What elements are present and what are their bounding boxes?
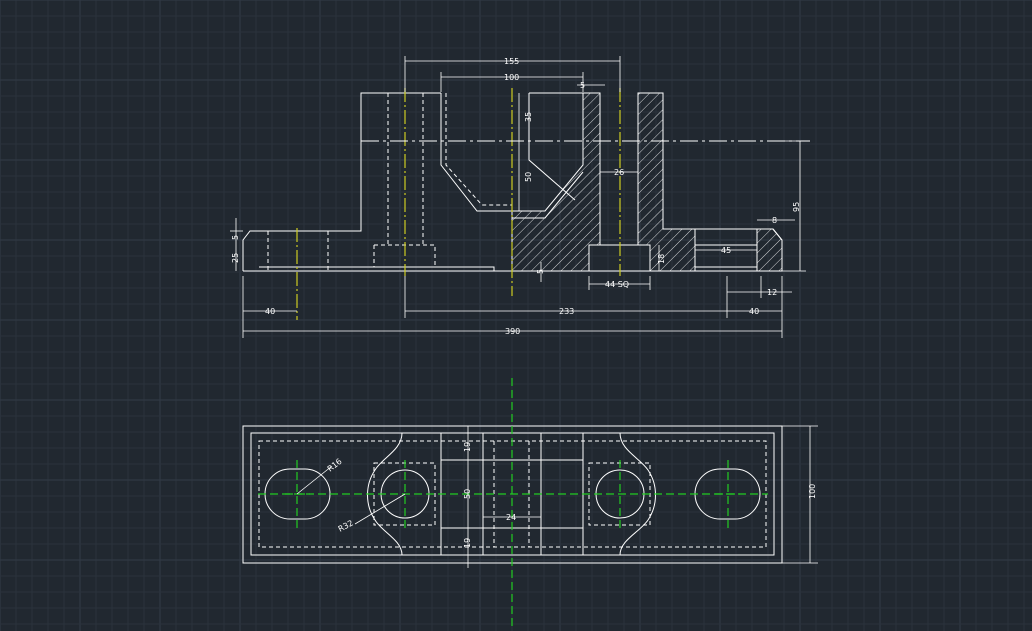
dim-8-label: 8 (772, 216, 777, 225)
dim-19-top-label: 19 (463, 442, 472, 452)
dim-26-label: 26 (614, 168, 624, 177)
dim-24-label: 24 (506, 513, 516, 522)
dim-5-bottom-label: 5 (536, 269, 545, 274)
dim-45-label: 45 (721, 246, 731, 255)
dim-5-top-label: 5 (580, 81, 585, 90)
dim-390-label: 390 (505, 327, 520, 336)
dim-44sq-label: 44 SQ (605, 280, 629, 289)
dim-233-label: 233 (559, 307, 574, 316)
dim-40-left-label: 40 (265, 307, 275, 316)
dim-100-label: 100 (504, 73, 519, 82)
dim-155-label: 155 (504, 57, 519, 66)
dim-35-label: 35 (524, 112, 533, 122)
dim-95-label: 95 (792, 202, 801, 212)
dim-5-left-label: 5 (231, 235, 240, 240)
dim-50-label: 50 (524, 172, 533, 182)
dim-18-label: 18 (657, 254, 666, 264)
cad-drawing-canvas[interactable]: 155 100 5 35 50 26 95 8 45 18 44 SQ 5 12… (0, 0, 1032, 631)
dim-50-label: 50 (463, 489, 472, 499)
model-space-background (0, 0, 1032, 631)
dim-12-label: 12 (767, 288, 777, 297)
dim-40-right-label: 40 (749, 307, 759, 316)
dim-19-bottom-label: 19 (463, 538, 472, 548)
dim-25-label: 25 (231, 253, 240, 263)
dim-100-top-label: 100 (808, 484, 817, 499)
